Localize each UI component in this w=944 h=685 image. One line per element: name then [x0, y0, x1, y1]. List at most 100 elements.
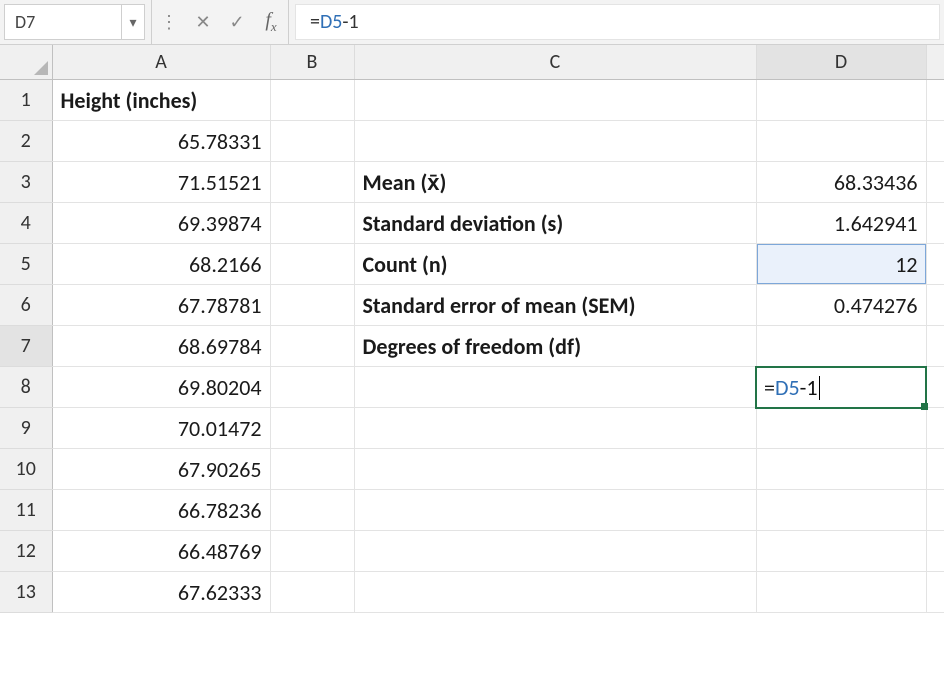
cell-A13[interactable]: 67.62333 — [52, 572, 270, 613]
name-box-group: D7 ▾ — [0, 0, 152, 44]
formula-input[interactable]: =D5-1 — [295, 4, 940, 40]
cell-C10[interactable] — [354, 449, 756, 490]
cell-C4[interactable]: Standard deviation (s) — [354, 203, 756, 244]
cell-B3[interactable] — [270, 162, 354, 203]
cell-D8[interactable] — [756, 367, 926, 408]
cell-A7[interactable]: 68.69784 — [52, 326, 270, 367]
cell-extra-1[interactable] — [926, 80, 944, 121]
cell-extra-3[interactable] — [926, 162, 944, 203]
row-head-9[interactable]: 9 — [0, 408, 52, 449]
row-head-10[interactable]: 10 — [0, 449, 52, 490]
cell-D12[interactable] — [756, 531, 926, 572]
row-head-5[interactable]: 5 — [0, 244, 52, 285]
cell-A5[interactable]: 68.2166 — [52, 244, 270, 285]
row-head-11[interactable]: 11 — [0, 490, 52, 531]
cell-D4[interactable]: 1.642941 — [756, 203, 926, 244]
row-head-4[interactable]: 4 — [0, 203, 52, 244]
cell-A1[interactable]: Height (inches) — [52, 80, 270, 121]
cell-C5[interactable]: Count (n) — [354, 244, 756, 285]
col-head-extra[interactable] — [926, 45, 944, 80]
cell-B6[interactable] — [270, 285, 354, 326]
enter-formula-button[interactable]: ✓ — [220, 0, 254, 44]
cell-A8[interactable]: 69.80204 — [52, 367, 270, 408]
cell-D9[interactable] — [756, 408, 926, 449]
cell-B1[interactable] — [270, 80, 354, 121]
cell-C12[interactable] — [354, 531, 756, 572]
cell-C13[interactable] — [354, 572, 756, 613]
cell-A4[interactable]: 69.39874 — [52, 203, 270, 244]
cell-A12[interactable]: 66.48769 — [52, 531, 270, 572]
name-box-dropdown[interactable]: ▾ — [122, 4, 145, 40]
cell-extra-7[interactable] — [926, 326, 944, 367]
select-all-corner[interactable] — [0, 45, 52, 80]
dots-vertical-icon: ⋮ — [160, 11, 178, 33]
cell-D2[interactable] — [756, 121, 926, 162]
cell-B9[interactable] — [270, 408, 354, 449]
cell-extra-10[interactable] — [926, 449, 944, 490]
cell-B7[interactable] — [270, 326, 354, 367]
cell-A10[interactable]: 67.90265 — [52, 449, 270, 490]
formula-options-button[interactable]: ⋮ — [152, 0, 186, 44]
cell-extra-9[interactable] — [926, 408, 944, 449]
row-head-1[interactable]: 1 — [0, 80, 52, 121]
cell-extra-5[interactable] — [926, 244, 944, 285]
cell-extra-2[interactable] — [926, 121, 944, 162]
cancel-formula-button[interactable]: ✕ — [186, 0, 220, 44]
cell-C7[interactable]: Degrees of freedom (df) — [354, 326, 756, 367]
cell-B10[interactable] — [270, 449, 354, 490]
formula-text: =D5-1 — [310, 10, 359, 34]
cell-D11[interactable] — [756, 490, 926, 531]
cell-A6[interactable]: 67.78781 — [52, 285, 270, 326]
cell-D6[interactable]: 0.474276 — [756, 285, 926, 326]
cell-B11[interactable] — [270, 490, 354, 531]
cell-A9[interactable]: 70.01472 — [52, 408, 270, 449]
cell-C8[interactable] — [354, 367, 756, 408]
cell-A3[interactable]: 71.51521 — [52, 162, 270, 203]
cell-B12[interactable] — [270, 531, 354, 572]
cell-C9[interactable] — [354, 408, 756, 449]
cell-A2[interactable]: 65.78331 — [52, 121, 270, 162]
cell-extra-12[interactable] — [926, 531, 944, 572]
grid[interactable]: A B C D 1Height (inches)265.78331371.515… — [0, 45, 944, 613]
cell-extra-4[interactable] — [926, 203, 944, 244]
row-head-13[interactable]: 13 — [0, 572, 52, 613]
cell-B13[interactable] — [270, 572, 354, 613]
cell-C3[interactable]: Mean (x̄) — [354, 162, 756, 203]
cell-extra-13[interactable] — [926, 572, 944, 613]
cell-B8[interactable] — [270, 367, 354, 408]
fx-icon: fx — [265, 9, 276, 35]
cell-C11[interactable] — [354, 490, 756, 531]
col-head-A[interactable]: A — [52, 45, 270, 80]
cell-A11[interactable]: 66.78236 — [52, 490, 270, 531]
cell-B2[interactable] — [270, 121, 354, 162]
name-box[interactable]: D7 — [4, 4, 122, 40]
close-icon: ✕ — [195, 11, 210, 33]
cell-D10[interactable] — [756, 449, 926, 490]
cell-B5[interactable] — [270, 244, 354, 285]
col-head-C[interactable]: C — [354, 45, 756, 80]
row-head-7[interactable]: 7 — [0, 326, 52, 367]
row-head-6[interactable]: 6 — [0, 285, 52, 326]
cell-extra-8[interactable] — [926, 367, 944, 408]
cell-C6[interactable]: Standard error of mean (SEM) — [354, 285, 756, 326]
cell-extra-6[interactable] — [926, 285, 944, 326]
worksheet: A B C D 1Height (inches)265.78331371.515… — [0, 45, 944, 613]
cell-D13[interactable] — [756, 572, 926, 613]
cell-D1[interactable] — [756, 80, 926, 121]
cell-C1[interactable] — [354, 80, 756, 121]
cell-B4[interactable] — [270, 203, 354, 244]
row-head-8[interactable]: 8 — [0, 367, 52, 408]
row-head-12[interactable]: 12 — [0, 531, 52, 572]
cell-extra-11[interactable] — [926, 490, 944, 531]
cell-D3[interactable]: 68.33436 — [756, 162, 926, 203]
formula-bar: D7 ▾ ⋮ ✕ ✓ fx =D5-1 — [0, 0, 944, 45]
row-head-3[interactable]: 3 — [0, 162, 52, 203]
cell-D7[interactable] — [756, 326, 926, 367]
cell-C2[interactable] — [354, 121, 756, 162]
check-icon: ✓ — [229, 11, 244, 33]
col-head-D[interactable]: D — [756, 45, 926, 80]
insert-function-button[interactable]: fx — [254, 0, 289, 44]
row-head-2[interactable]: 2 — [0, 121, 52, 162]
col-head-B[interactable]: B — [270, 45, 354, 80]
cell-D5[interactable]: 12 — [756, 244, 926, 285]
